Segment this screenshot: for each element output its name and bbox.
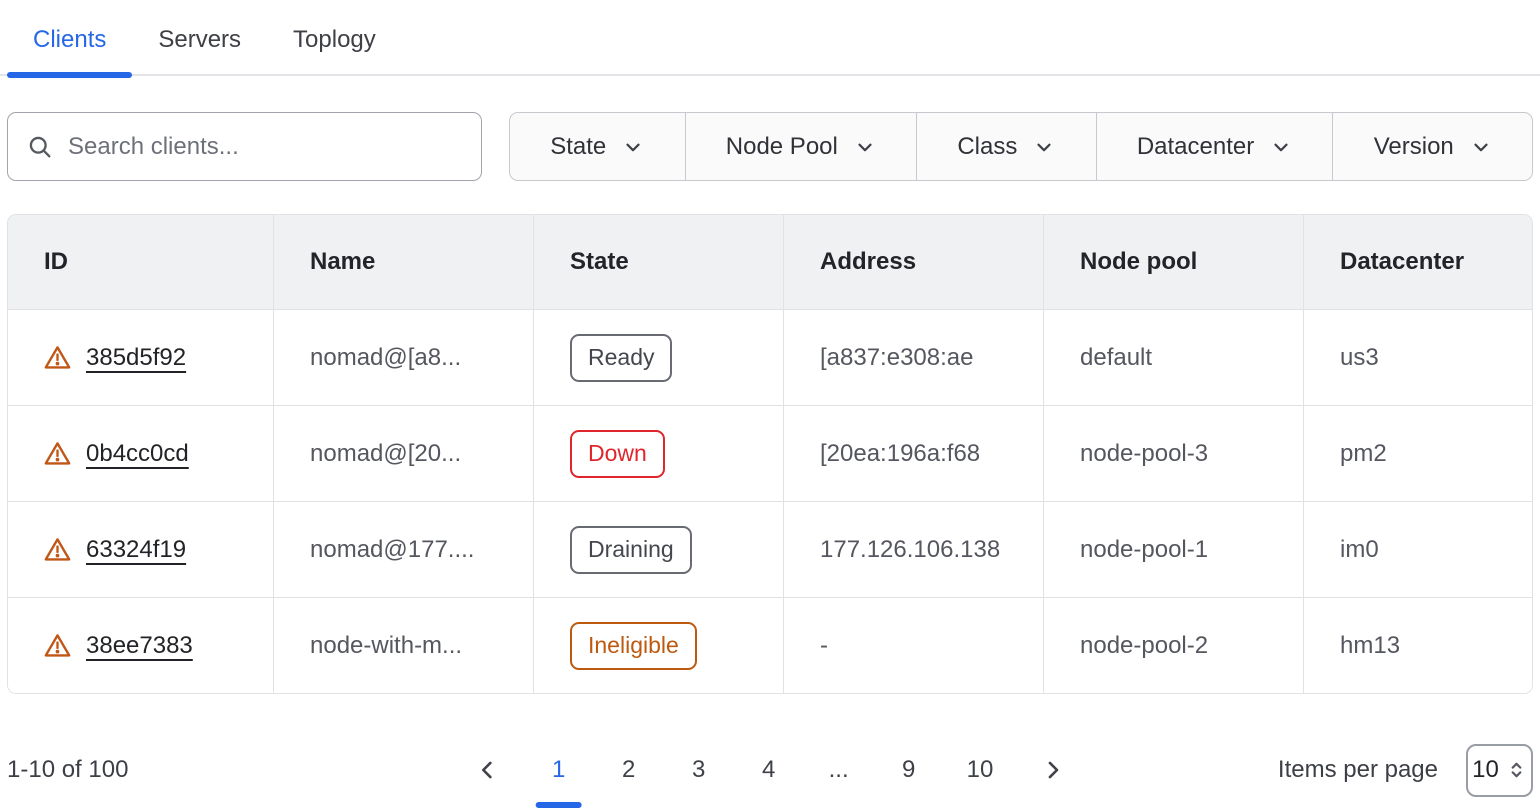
- filter-datacenter-label: Datacenter: [1137, 133, 1254, 161]
- items-per-page: Items per page 10: [1278, 744, 1533, 797]
- clients-table: ID Name State Address Node pool Datacent…: [7, 214, 1533, 694]
- client-id-link[interactable]: 385d5f92: [86, 344, 186, 372]
- page-button-2[interactable]: 2: [617, 756, 641, 784]
- page-button-3[interactable]: 3: [687, 756, 711, 784]
- filter-group: State Node Pool Class Datacenter Version: [509, 112, 1533, 181]
- chevron-down-icon: [1033, 136, 1055, 158]
- table-header-row: ID Name State Address Node pool Datacent…: [8, 215, 1532, 309]
- filter-node-pool-label: Node Pool: [726, 133, 838, 161]
- address-cell: [20ea:196a:f68: [783, 406, 1043, 501]
- datacenter-cell: pm2: [1303, 406, 1532, 501]
- search-icon: [26, 133, 54, 161]
- chevron-down-icon: [1270, 136, 1292, 158]
- chevron-right-icon: [1039, 757, 1065, 783]
- pager: 1 2 3 4 ... 9 10: [475, 756, 1066, 784]
- column-header-id: ID: [8, 215, 273, 309]
- client-id-link[interactable]: 63324f19: [86, 536, 186, 564]
- node-pool-cell: node-pool-1: [1043, 502, 1303, 597]
- state-cell: Draining: [533, 502, 783, 597]
- pagination-footer: 1-10 of 100 1 2 3 4 ... 9 10 Items per p…: [7, 740, 1533, 800]
- status-badge: Ready: [570, 334, 672, 382]
- page-button-9[interactable]: 9: [897, 756, 921, 784]
- search-input[interactable]: [68, 133, 463, 161]
- datacenter-cell: im0: [1303, 502, 1532, 597]
- page-ellipsis: ...: [827, 756, 851, 784]
- state-cell: Ready: [533, 310, 783, 405]
- address-cell: 177.126.106.138: [783, 502, 1043, 597]
- id-cell: 385d5f92: [8, 310, 273, 405]
- client-id-link[interactable]: 0b4cc0cd: [86, 440, 189, 468]
- name-cell: nomad@[a8...: [273, 310, 533, 405]
- node-pool-cell: node-pool-2: [1043, 598, 1303, 693]
- table-body: 385d5f92 nomad@[a8... Ready [a837:e308:a…: [8, 309, 1532, 693]
- state-cell: Down: [533, 406, 783, 501]
- filter-version[interactable]: Version: [1332, 113, 1532, 180]
- id-cell: 38ee7383: [8, 598, 273, 693]
- id-cell: 0b4cc0cd: [8, 406, 273, 501]
- name-cell: node-with-m...: [273, 598, 533, 693]
- toolbar: State Node Pool Class Datacenter Version: [7, 112, 1533, 181]
- column-header-name: Name: [273, 215, 533, 309]
- name-cell: nomad@177....: [273, 502, 533, 597]
- address-cell: -: [783, 598, 1043, 693]
- name-cell: nomad@[20...: [273, 406, 533, 501]
- page-button-1[interactable]: 1: [547, 756, 571, 784]
- table-row: 38ee7383 node-with-m... Ineligible - nod…: [8, 597, 1532, 693]
- chevron-down-icon: [854, 136, 876, 158]
- chevron-up-down-icon: [1506, 758, 1527, 782]
- prev-page-button[interactable]: [475, 757, 501, 783]
- datacenter-cell: hm13: [1303, 598, 1532, 693]
- results-range: 1-10 of 100: [7, 756, 128, 784]
- table-row: 385d5f92 nomad@[a8... Ready [a837:e308:a…: [8, 309, 1532, 405]
- id-cell: 63324f19: [8, 502, 273, 597]
- items-per-page-value: 10: [1472, 756, 1499, 784]
- column-header-datacenter: Datacenter: [1303, 215, 1532, 309]
- page-button-4[interactable]: 4: [757, 756, 781, 784]
- items-per-page-label: Items per page: [1278, 756, 1438, 784]
- column-header-node-pool: Node pool: [1043, 215, 1303, 309]
- address-cell: [a837:e308:ae: [783, 310, 1043, 405]
- column-header-address: Address: [783, 215, 1043, 309]
- warning-icon: [44, 537, 71, 562]
- items-per-page-select[interactable]: 10: [1466, 744, 1533, 797]
- tab-servers[interactable]: Servers: [132, 14, 267, 74]
- filter-state[interactable]: State: [510, 113, 685, 180]
- column-header-state: State: [533, 215, 783, 309]
- warning-icon: [44, 345, 71, 370]
- filter-datacenter[interactable]: Datacenter: [1096, 113, 1333, 180]
- status-badge: Draining: [570, 526, 692, 574]
- filter-node-pool[interactable]: Node Pool: [685, 113, 917, 180]
- table-row: 63324f19 nomad@177.... Draining 177.126.…: [8, 501, 1532, 597]
- next-page-button[interactable]: [1039, 757, 1065, 783]
- filter-class-label: Class: [957, 133, 1017, 161]
- tab-topology[interactable]: Toplogy: [267, 14, 402, 74]
- node-pool-cell: default: [1043, 310, 1303, 405]
- status-badge: Ineligible: [570, 622, 697, 670]
- warning-icon: [44, 633, 71, 658]
- client-id-link[interactable]: 38ee7383: [86, 632, 193, 660]
- page-button-10[interactable]: 10: [967, 756, 994, 784]
- status-badge: Down: [570, 430, 665, 478]
- node-pool-cell: node-pool-3: [1043, 406, 1303, 501]
- search-box[interactable]: [7, 112, 482, 181]
- chevron-left-icon: [475, 757, 501, 783]
- chevron-down-icon: [622, 136, 644, 158]
- chevron-down-icon: [1470, 136, 1492, 158]
- filter-state-label: State: [550, 133, 606, 161]
- filter-version-label: Version: [1374, 133, 1454, 161]
- filter-class[interactable]: Class: [916, 113, 1096, 180]
- tab-clients[interactable]: Clients: [7, 14, 132, 74]
- tab-bar: Clients Servers Toplogy: [0, 0, 1540, 76]
- table-row: 0b4cc0cd nomad@[20... Down [20ea:196a:f6…: [8, 405, 1532, 501]
- state-cell: Ineligible: [533, 598, 783, 693]
- datacenter-cell: us3: [1303, 310, 1532, 405]
- warning-icon: [44, 441, 71, 466]
